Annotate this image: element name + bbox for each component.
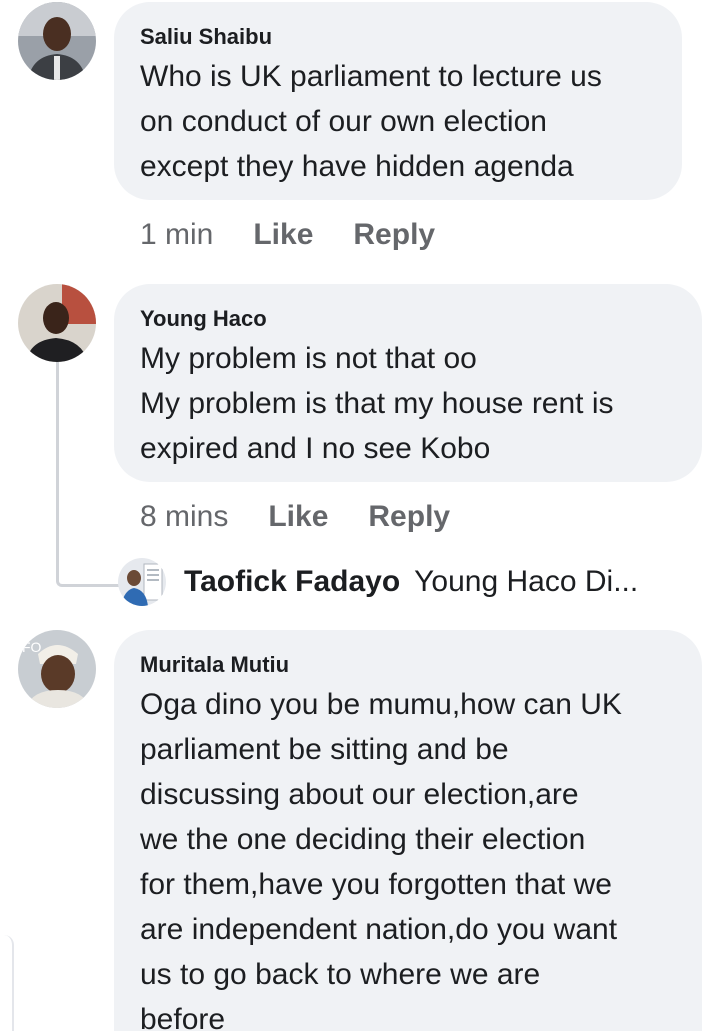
comment-text: Oga dino you be mumu,how can UK parliame… [140, 682, 676, 1031]
like-button[interactable]: Like [253, 218, 313, 252]
comment-text: My problem is not that oo My problem is … [140, 336, 676, 471]
comment-line: us to go back to where we are [140, 958, 541, 991]
avatar-young-haco[interactable] [18, 284, 96, 362]
comment-author[interactable]: Muritala Mutiu [140, 652, 676, 678]
comment-bubble[interactable]: Muritala Mutiu Oga dino you be mumu,how … [114, 630, 702, 1031]
comments-page: Saliu Shaibu Who is UK parliament to lec… [0, 0, 720, 1031]
avatar-muritala-mutiu[interactable]: FO [18, 630, 96, 708]
comment-meta: 8 mins Like Reply [140, 500, 490, 534]
comment-line: Who is UK parliament to lecture us [140, 60, 602, 93]
comment-line: expired and I no see Kobo [140, 432, 491, 465]
avatar-taofick-fadayo[interactable] [118, 558, 166, 606]
comment-line: My problem is that my house rent is [140, 387, 614, 420]
comment-author[interactable]: Saliu Shaibu [140, 24, 656, 50]
comment-line: are independent nation,do you want [140, 913, 618, 946]
reply-preview[interactable]: Taofick Fadayo Young Haco Di... [118, 558, 638, 606]
comment-author[interactable]: Young Haco [140, 306, 676, 332]
comment-line: parliament be sitting and be [140, 733, 509, 766]
svg-text:FO: FO [22, 639, 42, 655]
comment-bubble[interactable]: Saliu Shaibu Who is UK parliament to lec… [114, 2, 682, 200]
profile-photo-icon [118, 558, 166, 606]
reply-snippet[interactable]: Young Haco Di... [414, 565, 638, 599]
avatar-saliu-shaibu[interactable] [18, 2, 96, 80]
profile-photo-man-cap-icon: FO [18, 630, 96, 708]
comment-timestamp: 1 min [140, 218, 214, 251]
comment-line: discussing about our election,are [140, 778, 579, 811]
comment-line: My problem is not that oo [140, 342, 477, 375]
reply-author[interactable]: Taofick Fadayo [184, 565, 400, 599]
reply-button[interactable]: Reply [353, 218, 435, 252]
left-edge-divider [0, 935, 14, 1031]
profile-photo-man-icon [18, 2, 96, 80]
comment-bubble[interactable]: Young Haco My problem is not that oo My … [114, 284, 702, 482]
like-button[interactable]: Like [268, 500, 328, 534]
comment-line: Oga dino you be mumu,how can UK [140, 688, 622, 721]
comment-text: Who is UK parliament to lecture us on co… [140, 54, 656, 189]
thread-connector-line [56, 362, 119, 587]
reply-button[interactable]: Reply [368, 500, 450, 534]
comment-line: on conduct of our own election [140, 105, 547, 138]
comment-line: before [140, 1003, 226, 1031]
comment-meta: 1 min Like Reply [140, 218, 475, 252]
profile-photo-man-icon [18, 284, 96, 362]
comment-line: except they have hidden agenda [140, 150, 574, 183]
comment-timestamp: 8 mins [140, 500, 229, 533]
comment-line: we the one deciding their election [140, 823, 586, 856]
comment-line: for them,have you forgotten that we [140, 868, 612, 901]
